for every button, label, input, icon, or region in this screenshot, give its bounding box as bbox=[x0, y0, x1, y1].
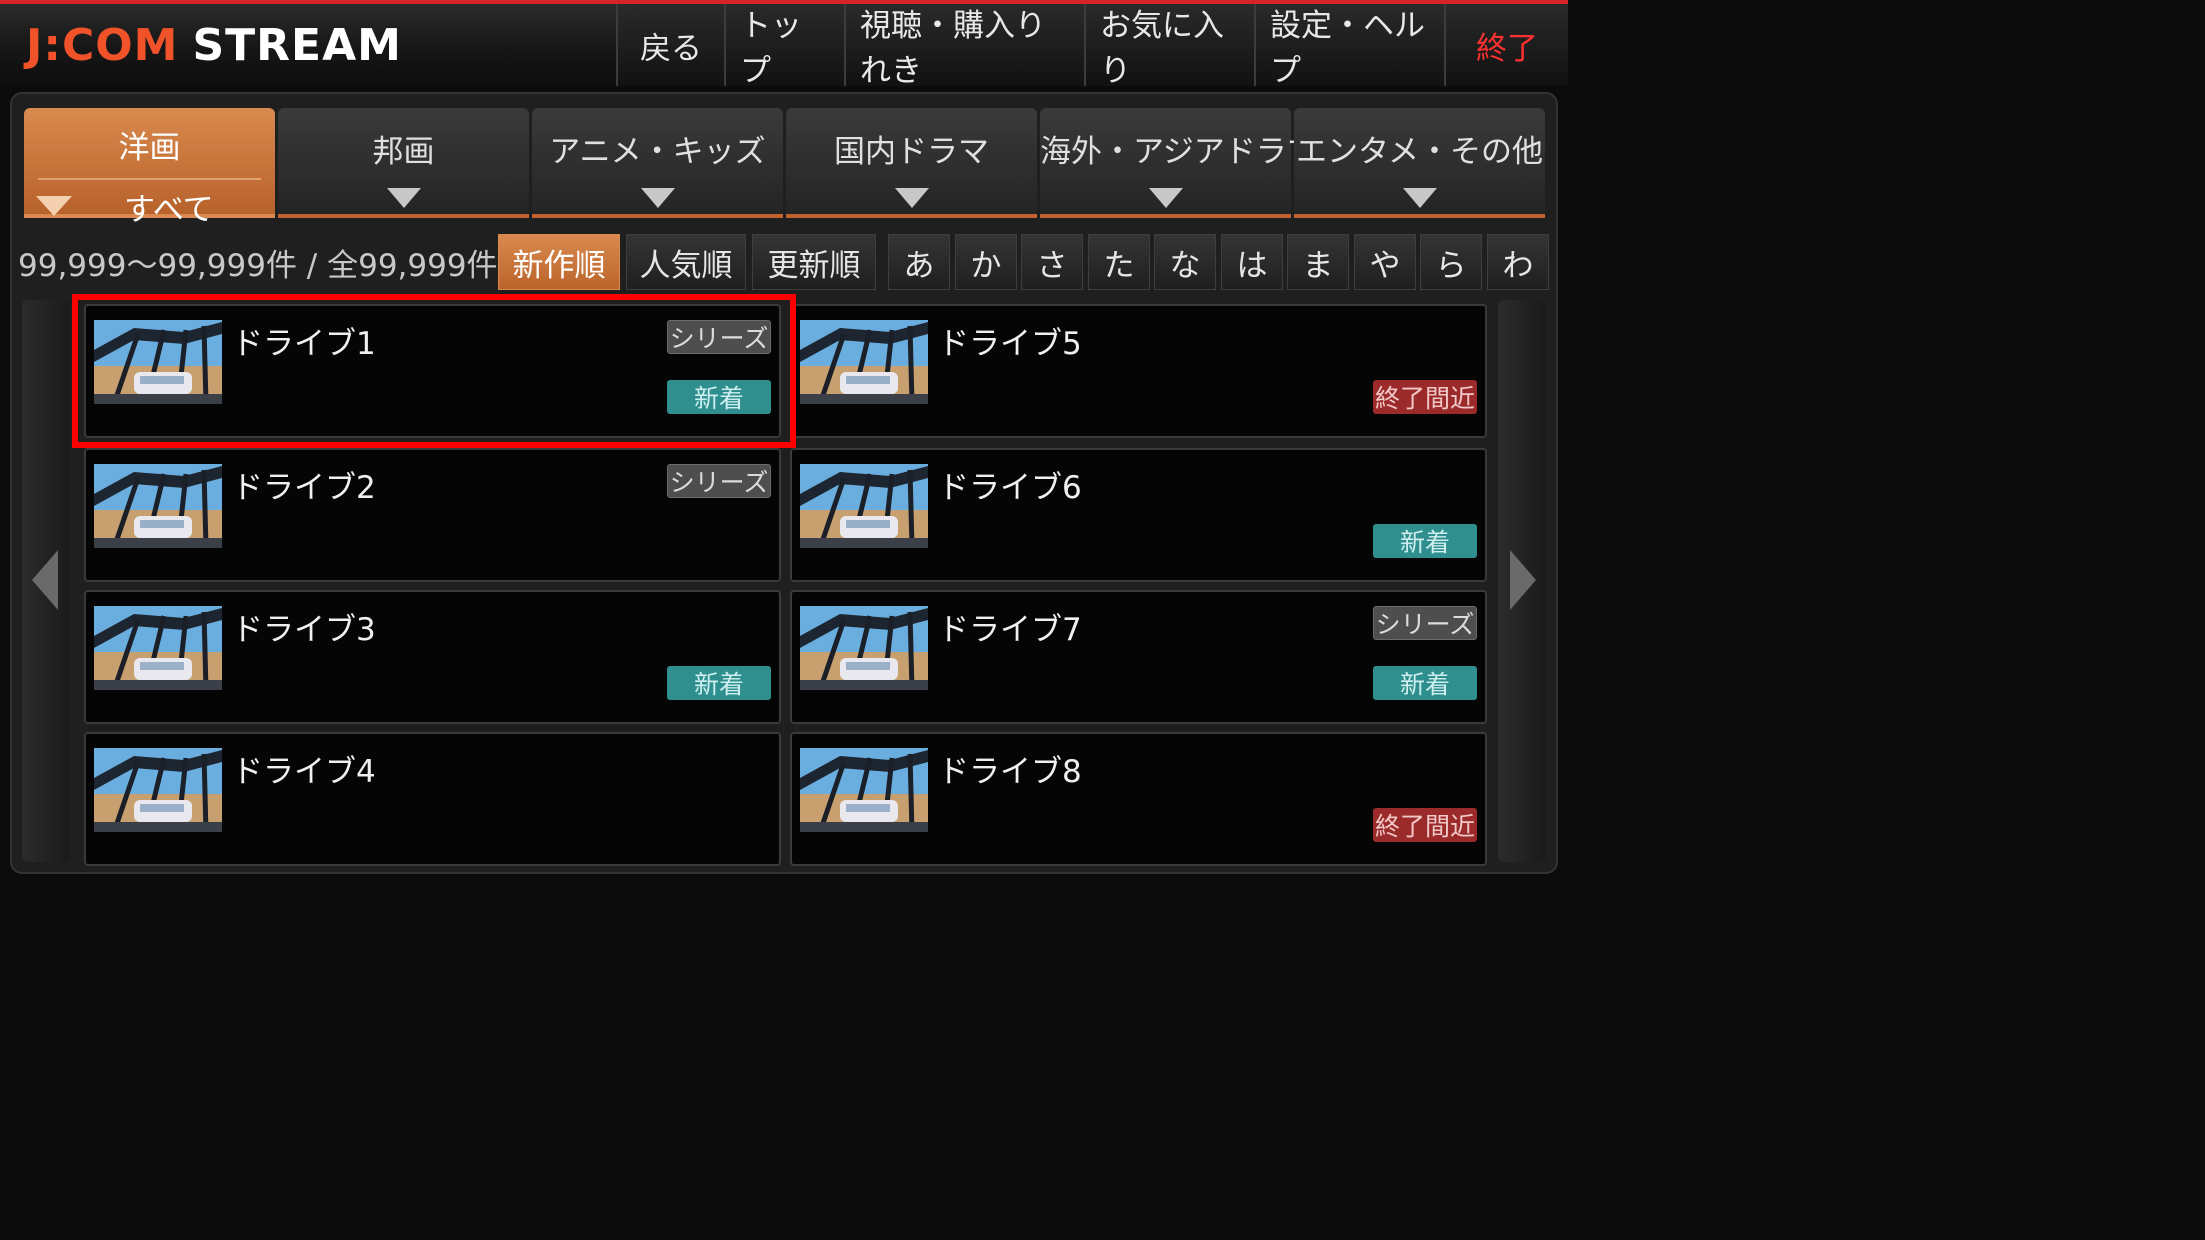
tab-label: 邦画 bbox=[372, 134, 435, 170]
tab-subfilter[interactable]: すべて bbox=[124, 184, 214, 229]
jcom-stream-logo: J:COM STREAM bbox=[26, 20, 402, 71]
history-button[interactable]: 視聴・購入りれき bbox=[844, 4, 1084, 89]
sort-updated-button[interactable]: 更新順 bbox=[752, 234, 876, 290]
new-badge: 新着 bbox=[1373, 666, 1477, 700]
sort-newest-button[interactable]: 新作順 bbox=[498, 234, 620, 290]
dropdown-arrow-icon[interactable] bbox=[1148, 188, 1183, 208]
ending-soon-badge: 終了間近 bbox=[1373, 380, 1477, 414]
series-badge: シリーズ bbox=[667, 320, 771, 354]
content-card[interactable]: ドライブ7 シリーズ新着 bbox=[790, 590, 1487, 724]
card-title: ドライブ3 bbox=[232, 612, 376, 648]
tab-domestic-drama[interactable]: 国内ドラマ bbox=[786, 108, 1037, 218]
next-page-button[interactable] bbox=[1498, 300, 1546, 862]
new-badge: 新着 bbox=[1373, 524, 1477, 558]
thumbnail-image bbox=[800, 320, 928, 404]
result-count: 99,999～99,999件 / 全99,999件 bbox=[18, 248, 498, 284]
thumbnail-image bbox=[94, 606, 222, 690]
card-title: ドライブ5 bbox=[938, 326, 1082, 362]
prev-page-button[interactable] bbox=[22, 300, 70, 862]
kana-filter-ka[interactable]: か bbox=[955, 234, 1017, 290]
series-badge: シリーズ bbox=[667, 464, 771, 498]
series-badge: シリーズ bbox=[1373, 606, 1477, 640]
kana-filter-na[interactable]: な bbox=[1154, 234, 1216, 290]
tab-japanese-movies[interactable]: 邦画 bbox=[278, 108, 529, 218]
kana-filter-ya[interactable]: や bbox=[1354, 234, 1416, 290]
kana-filter-ra[interactable]: ら bbox=[1420, 234, 1482, 290]
tab-label: 海外・アジアドラマ bbox=[1040, 134, 1318, 170]
back-button[interactable]: 戻る bbox=[616, 4, 724, 86]
genre-tabs: 洋画 すべて 邦画 アニメ・キッズ 国内ドラマ 海外・アジアドラマ エンタメ・そ… bbox=[24, 108, 1548, 228]
tab-label: 国内ドラマ bbox=[834, 134, 989, 170]
card-title: ドライブ1 bbox=[232, 326, 376, 362]
header-nav: 戻る トップ 視聴・購入りれき お気に入り 設定・ヘルプ 終了 bbox=[616, 4, 1568, 89]
dropdown-arrow-icon[interactable] bbox=[894, 188, 929, 208]
dropdown-arrow-icon[interactable] bbox=[1402, 188, 1437, 208]
app-header: J:COM STREAM 戻る トップ 視聴・購入りれき お気に入り 設定・ヘルプ… bbox=[0, 0, 1568, 89]
dropdown-arrow-icon[interactable] bbox=[36, 196, 72, 216]
sort-popular-button[interactable]: 人気順 bbox=[626, 234, 746, 290]
thumbnail-image bbox=[800, 606, 928, 690]
logo-stream: STREAM bbox=[192, 20, 402, 71]
chevron-right-icon bbox=[1510, 550, 1536, 610]
card-title: ドライブ2 bbox=[232, 470, 376, 506]
thumbnail-image bbox=[800, 464, 928, 548]
new-badge: 新着 bbox=[667, 380, 771, 414]
tab-label: アニメ・キッズ bbox=[549, 134, 766, 170]
ending-soon-badge: 終了間近 bbox=[1373, 808, 1477, 842]
logo-jcom: J:COM bbox=[26, 20, 179, 71]
kana-filter-wa[interactable]: わ bbox=[1487, 234, 1549, 290]
thumbnail-image bbox=[800, 748, 928, 832]
content-card[interactable]: ドライブ2 シリーズ bbox=[84, 448, 781, 582]
kana-filter-ta[interactable]: た bbox=[1088, 234, 1150, 290]
dropdown-arrow-icon[interactable] bbox=[386, 188, 421, 208]
tab-entertainment-other[interactable]: エンタメ・その他 bbox=[1294, 108, 1545, 218]
thumbnail-image bbox=[94, 320, 222, 404]
content-card[interactable]: ドライブ6 新着 bbox=[790, 448, 1487, 582]
card-title: ドライブ8 bbox=[938, 754, 1082, 790]
kana-filter-ha[interactable]: は bbox=[1221, 234, 1283, 290]
top-button[interactable]: トップ bbox=[724, 4, 844, 89]
thumbnail-image bbox=[94, 748, 222, 832]
thumbnail-image bbox=[94, 464, 222, 548]
kana-filter-a[interactable]: あ bbox=[888, 234, 950, 290]
dropdown-arrow-icon[interactable] bbox=[640, 188, 675, 208]
settings-help-button[interactable]: 設定・ヘルプ bbox=[1254, 4, 1444, 89]
tab-label: エンタメ・その他 bbox=[1295, 134, 1544, 170]
card-title: ドライブ7 bbox=[938, 612, 1082, 648]
kana-filter-sa[interactable]: さ bbox=[1021, 234, 1083, 290]
content-card[interactable]: ドライブ1 シリーズ新着 bbox=[84, 304, 781, 438]
new-badge: 新着 bbox=[667, 666, 771, 700]
card-title: ドライブ4 bbox=[232, 754, 376, 790]
tab-divider bbox=[38, 178, 261, 180]
chevron-left-icon bbox=[32, 550, 58, 610]
tab-label: 洋画 bbox=[118, 130, 181, 166]
content-card[interactable]: ドライブ5 終了間近 bbox=[790, 304, 1487, 438]
kana-filter-ma[interactable]: ま bbox=[1287, 234, 1349, 290]
tab-anime-kids[interactable]: アニメ・キッズ bbox=[532, 108, 783, 218]
content-card[interactable]: ドライブ4 bbox=[84, 732, 781, 866]
card-title: ドライブ6 bbox=[938, 470, 1082, 506]
tab-western-movies[interactable]: 洋画 すべて bbox=[24, 108, 275, 228]
content-card[interactable]: ドライブ8 終了間近 bbox=[790, 732, 1487, 866]
tab-overseas-asia-drama[interactable]: 海外・アジアドラマ bbox=[1040, 108, 1318, 218]
favorites-button[interactable]: お気に入り bbox=[1084, 4, 1254, 89]
content-card[interactable]: ドライブ3 新着 bbox=[84, 590, 781, 724]
exit-button[interactable]: 終了 bbox=[1444, 4, 1568, 86]
